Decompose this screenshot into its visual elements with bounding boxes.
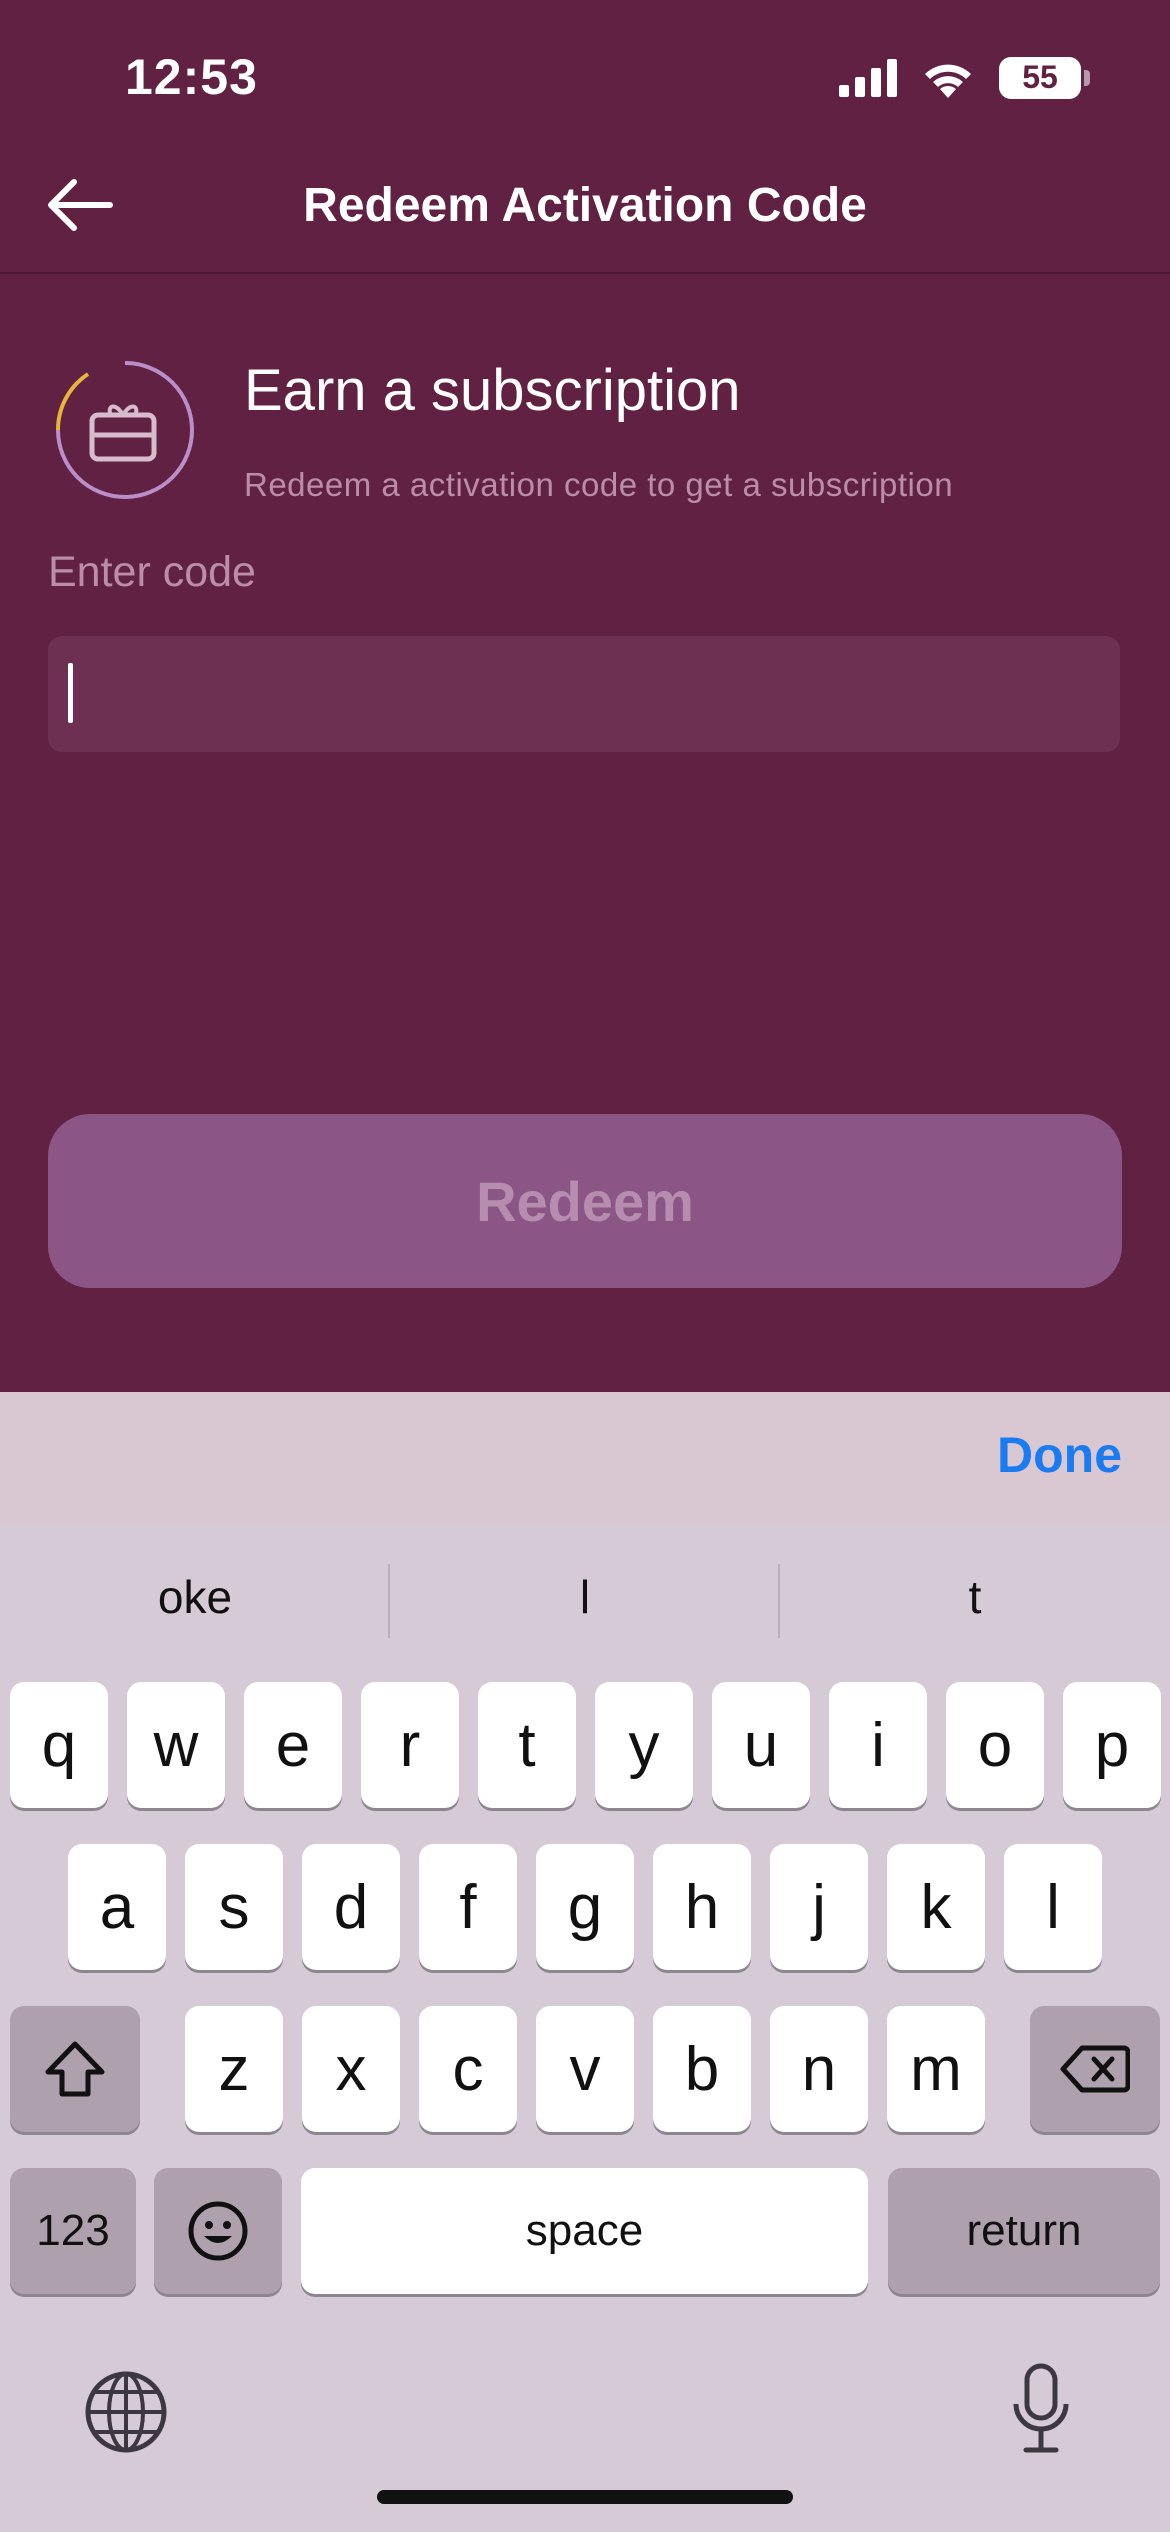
suggestion-2[interactable]: l: [390, 1570, 780, 1624]
key-g[interactable]: g: [536, 1844, 634, 1970]
backspace-key[interactable]: [1030, 2006, 1160, 2132]
return-key[interactable]: return: [888, 2168, 1160, 2294]
gift-card-icon: [50, 355, 200, 505]
microphone-icon: [1013, 2363, 1069, 2453]
key-w[interactable]: w: [127, 1682, 225, 1808]
status-time: 12:53: [125, 49, 258, 105]
globe-key[interactable]: [84, 2370, 168, 2454]
done-button[interactable]: Done: [997, 1426, 1122, 1484]
key-s[interactable]: s: [185, 1844, 283, 1970]
emoji-key[interactable]: [154, 2168, 282, 2294]
suggestion-3[interactable]: t: [780, 1570, 1170, 1624]
key-r[interactable]: r: [361, 1682, 459, 1808]
key-i[interactable]: i: [829, 1682, 927, 1808]
home-indicator: [377, 2490, 793, 2504]
key-c[interactable]: c: [419, 2006, 517, 2132]
code-input[interactable]: [48, 636, 1120, 752]
redeem-button[interactable]: Redeem: [48, 1114, 1122, 1288]
shift-key[interactable]: [10, 2006, 140, 2132]
shift-icon: [45, 2041, 105, 2097]
key-t[interactable]: t: [478, 1682, 576, 1808]
key-f[interactable]: f: [419, 1844, 517, 1970]
key-u[interactable]: u: [712, 1682, 810, 1808]
key-d[interactable]: d: [302, 1844, 400, 1970]
key-b[interactable]: b: [653, 2006, 751, 2132]
earn-subtitle: Redeem a activation code to get a subscr…: [244, 466, 954, 503]
emoji-icon: [188, 2201, 248, 2261]
suggestion-1[interactable]: oke: [0, 1570, 390, 1624]
globe-icon: [85, 2371, 167, 2453]
nav-divider: [0, 272, 1170, 274]
code-label: Enter code: [48, 548, 256, 596]
keyboard-accessory-bar: [0, 1392, 1170, 1522]
key-x[interactable]: x: [302, 2006, 400, 2132]
status-icons: 55: [839, 55, 1090, 100]
page-title: Redeem Activation Code: [303, 179, 867, 232]
wifi-icon: [925, 64, 971, 98]
key-z[interactable]: z: [185, 2006, 283, 2132]
numbers-key[interactable]: 123: [10, 2168, 136, 2294]
key-v[interactable]: v: [536, 2006, 634, 2132]
signal-icon: [839, 58, 897, 97]
text-cursor: [68, 663, 73, 723]
key-a[interactable]: a: [68, 1844, 166, 1970]
key-l[interactable]: l: [1004, 1844, 1102, 1970]
key-e[interactable]: e: [244, 1682, 342, 1808]
key-m[interactable]: m: [887, 2006, 985, 2132]
key-j[interactable]: j: [770, 1844, 868, 1970]
space-key[interactable]: space: [301, 2168, 868, 2294]
key-q[interactable]: q: [10, 1682, 108, 1808]
key-p[interactable]: p: [1063, 1682, 1161, 1808]
key-o[interactable]: o: [946, 1682, 1044, 1808]
key-k[interactable]: k: [887, 1844, 985, 1970]
dictation-key[interactable]: [1010, 2362, 1072, 2456]
key-n[interactable]: n: [770, 2006, 868, 2132]
key-y[interactable]: y: [595, 1682, 693, 1808]
battery-icon: 55: [999, 56, 1090, 99]
key-h[interactable]: h: [653, 1844, 751, 1970]
earn-title: Earn a subscription: [244, 358, 741, 423]
backspace-icon: [1060, 2045, 1130, 2093]
